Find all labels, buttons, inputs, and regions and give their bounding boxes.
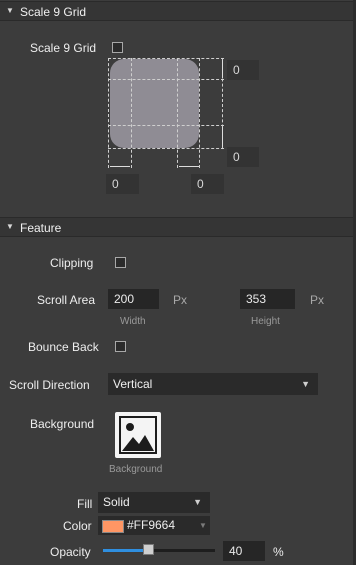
guide-right-slice[interactable] <box>177 58 178 168</box>
color-label: Color <box>63 519 92 533</box>
scale9-left-input[interactable]: 0 <box>106 174 139 194</box>
scroll-direction-value: Vertical <box>113 377 153 391</box>
scale9-label: Scale 9 Grid <box>30 41 97 55</box>
scale9-bottom-input[interactable]: 0 <box>227 147 259 167</box>
opacity-slider-thumb[interactable] <box>143 544 154 555</box>
feature-section-header[interactable]: ▼ Feature <box>0 217 356 237</box>
image-placeholder-icon <box>119 416 157 454</box>
guide-top-slice[interactable] <box>108 79 224 80</box>
background-label: Background <box>30 417 95 431</box>
scale9-preview-shape <box>110 59 199 148</box>
scale9-top-input[interactable]: 0 <box>227 60 259 80</box>
opacity-slider-track[interactable] <box>103 549 215 552</box>
fill-label: Fill <box>77 497 93 511</box>
bounce-back-label: Bounce Back <box>28 340 99 354</box>
collapse-triangle-icon[interactable]: ▼ <box>6 6 14 15</box>
clipping-checkbox[interactable] <box>115 257 126 268</box>
opacity-input[interactable]: 40 <box>223 541 265 561</box>
collapse-triangle-icon[interactable]: ▼ <box>6 222 14 231</box>
guide-top-edge <box>108 58 224 59</box>
fill-select[interactable]: Solid ▼ <box>98 492 210 513</box>
color-hex-value[interactable]: #FF9664 <box>127 518 175 532</box>
background-image-button[interactable] <box>115 412 161 458</box>
scroll-direction-select[interactable]: Vertical ▼ <box>108 373 318 395</box>
scroll-width-input[interactable]: 200 <box>108 289 159 309</box>
opacity-unit-label: % <box>273 545 284 559</box>
feature-section-title: Feature <box>20 221 62 235</box>
scroll-area-label: Scroll Area <box>37 293 96 307</box>
width-caption: Width <box>120 316 146 327</box>
bounce-back-checkbox[interactable] <box>115 341 126 352</box>
scale9-checkbox[interactable] <box>112 42 123 53</box>
fill-value: Solid <box>103 495 130 509</box>
right-measure-line <box>179 166 199 167</box>
background-caption: Background <box>109 464 163 475</box>
height-unit-label: Px <box>310 293 325 307</box>
opacity-label: Opacity <box>50 545 91 559</box>
height-caption: Height <box>251 316 280 327</box>
chevron-down-icon: ▼ <box>301 379 310 389</box>
scale9-right-input[interactable]: 0 <box>191 174 224 194</box>
width-unit-label: Px <box>173 293 188 307</box>
scale9-section-title: Scale 9 Grid <box>20 5 87 19</box>
left-measure-line <box>110 166 130 167</box>
scroll-height-input[interactable]: 353 <box>240 289 295 309</box>
bottom-measure-line <box>222 127 223 147</box>
guide-bottom-slice[interactable] <box>108 125 224 126</box>
guide-right-edge <box>199 58 200 168</box>
color-swatch[interactable] <box>102 520 124 533</box>
chevron-down-icon: ▼ <box>193 497 202 507</box>
top-measure-line <box>222 60 223 78</box>
color-picker[interactable]: #FF9664 ▼ <box>98 516 210 535</box>
clipping-label: Clipping <box>50 256 94 270</box>
guide-bottom-edge <box>108 148 224 149</box>
scale9-section-header[interactable]: ▼ Scale 9 Grid <box>0 1 356 21</box>
chevron-down-icon[interactable]: ▼ <box>199 521 207 530</box>
scale9-preview <box>108 58 226 166</box>
opacity-slider-fill <box>103 549 148 552</box>
guide-left-edge <box>108 58 109 168</box>
guide-left-slice[interactable] <box>131 58 132 168</box>
scroll-direction-label: Scroll Direction <box>9 378 90 392</box>
